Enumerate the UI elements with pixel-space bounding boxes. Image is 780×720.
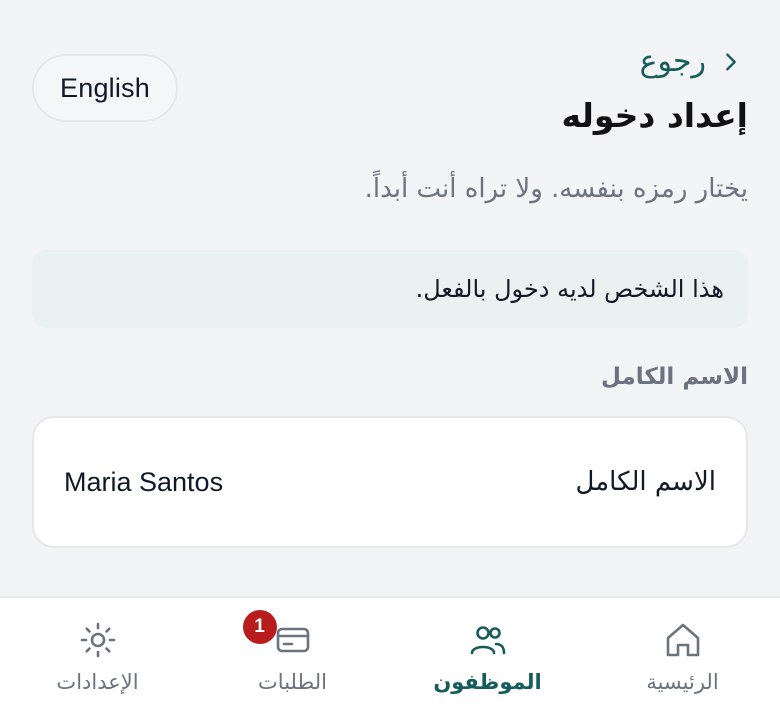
card-icon <box>276 627 309 653</box>
language-toggle-button[interactable]: English <box>32 54 178 122</box>
nav-label-employees: الموظفون <box>433 670 542 694</box>
nav-item-home[interactable]: الرئيسية <box>585 598 780 720</box>
nav-item-settings[interactable]: الإعدادات <box>0 598 195 720</box>
screen: English رجوع إعداد دخوله يختار رمزه بنفس… <box>0 0 780 720</box>
full-name-field[interactable]: Maria Santos الاسم الكامل <box>32 416 748 548</box>
page-subtitle: يختار رمزه بنفسه. ولا تراه أنت أبداً. <box>364 174 748 204</box>
people-icon <box>470 626 505 655</box>
nav-item-requests[interactable]: 1 الطلبات <box>195 598 390 720</box>
nav-label-requests: الطلبات <box>258 670 327 694</box>
section-label: الاسم الكامل <box>601 364 748 390</box>
home-icon <box>666 623 699 657</box>
chevron-right-icon <box>726 52 736 71</box>
nav-item-employees[interactable]: الموظفون <box>390 598 585 720</box>
nav-label-settings: الإعدادات <box>56 670 139 694</box>
back-label: رجوع <box>639 44 706 79</box>
page-title: إعداد دخوله <box>561 96 748 135</box>
nav-label-home: الرئيسية <box>646 670 719 694</box>
notice-text: هذا الشخص لديه دخول بالفعل. <box>415 275 724 303</box>
access-notice: هذا الشخص لديه دخول بالفعل. <box>32 250 748 328</box>
language-button-label: English <box>60 72 150 103</box>
full-name-value: Maria Santos <box>64 466 224 497</box>
back-link[interactable]: رجوع <box>640 44 742 79</box>
sun-icon <box>80 622 115 658</box>
bottom-navigation: الإعدادات 1 الطلبات الموظفون الرئيسية <box>0 596 780 720</box>
full-name-label: الاسم الكامل <box>575 467 716 497</box>
requests-badge: 1 <box>242 610 277 644</box>
